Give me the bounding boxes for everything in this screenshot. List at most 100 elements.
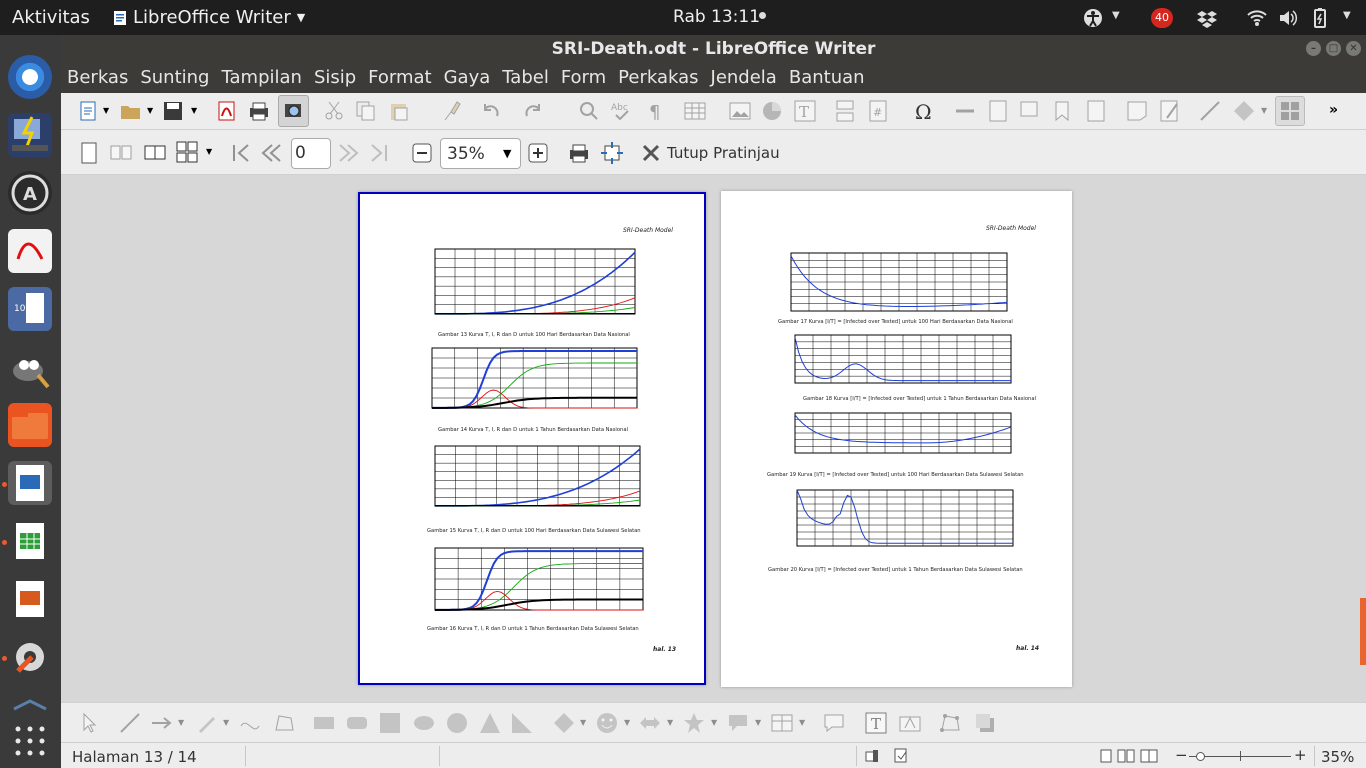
full-screen-icon[interactable] [601,142,623,164]
dropbox-icon[interactable] [1197,8,1217,28]
menu-bantuan[interactable]: Bantuan [789,63,865,93]
menu-jendela[interactable]: Jendela [711,63,777,93]
square-icon[interactable] [379,712,401,734]
text-box-icon[interactable]: T [865,712,887,734]
menu-format[interactable]: Format [368,63,431,93]
redo-icon[interactable] [523,100,545,122]
menu-gaya[interactable]: Gaya [444,63,491,93]
last-page-icon[interactable] [368,142,390,164]
app-grid-icon[interactable] [14,725,46,757]
menu-tampilan[interactable]: Tampilan [221,63,301,93]
menu-tabel[interactable]: Tabel [502,63,549,93]
zoom-slider-handle[interactable] [1196,752,1205,761]
curve-icon[interactable] [239,712,261,734]
minimize-icon[interactable]: – [1306,41,1321,56]
chevron-down-icon[interactable]: ▼ [799,718,805,727]
shadow-icon[interactable] [974,712,996,734]
bookmark-icon[interactable] [1051,100,1073,122]
document-modified-icon[interactable] [894,748,908,763]
impress-launcher-icon[interactable] [8,577,52,621]
page-14[interactable]: SRI-Death Model Gambar 17 Kurva [I/T] = … [721,191,1072,687]
ellipse-icon[interactable] [413,712,435,734]
insert-textbox-icon[interactable]: T [794,100,816,122]
chevron-down-icon[interactable]: ▼ [147,106,153,115]
next-page-icon[interactable] [338,142,360,164]
arrow-line-icon[interactable] [151,712,173,734]
chevron-down-icon[interactable]: ▼ [624,718,630,727]
selection-mode-icon[interactable] [865,749,879,763]
gimp-icon[interactable] [8,345,52,389]
select-pointer-icon[interactable] [79,712,101,734]
chevron-down-icon[interactable]: ▼ [755,718,761,727]
first-page-icon[interactable] [230,142,252,164]
calc-launcher-icon[interactable] [8,519,52,563]
single-page-preview-icon[interactable] [78,142,100,164]
settings-icon[interactable] [8,635,52,679]
new-document-icon[interactable] [78,100,100,122]
menu-form[interactable]: Form [561,63,606,93]
insert-image-icon[interactable] [729,100,751,122]
flowchart-icon[interactable] [771,712,793,734]
stars-icon[interactable] [683,712,705,734]
basic-shapes-icon[interactable] [553,712,575,734]
window-title-bar[interactable]: SRI-Death.odt - LibreOffice Writer – □ ✕ [61,35,1366,63]
app-menu[interactable]: LibreOffice Writer ▼ [113,7,305,28]
special-character-icon[interactable]: Ω [913,100,935,122]
volume-icon[interactable] [1278,8,1298,28]
cut-icon[interactable] [323,100,345,122]
fontwork-icon[interactable] [899,712,921,734]
block-arrows-icon[interactable] [639,712,661,734]
save-icon[interactable] [162,100,184,122]
spelling-icon[interactable]: Abc [611,100,633,122]
line-icon[interactable] [119,712,141,734]
print-preview-button[interactable] [278,95,309,127]
basic-shapes-icon[interactable] [1233,100,1255,122]
close-icon[interactable]: ✕ [1346,41,1361,56]
two-pages-preview-icon[interactable] [110,142,132,164]
track-changes-icon[interactable] [1159,100,1181,122]
page-count[interactable]: Halaman 13 / 14 [72,748,197,766]
document-preview-area[interactable]: SRI-Death Model Gambar 13 Kurva T, I, R … [61,175,1360,702]
accessibility-icon[interactable] [1083,8,1103,28]
chevron-down-icon[interactable]: ▼ [191,106,197,115]
right-triangle-icon[interactable] [511,712,533,734]
formatting-marks-icon[interactable]: ¶ [645,100,667,122]
insert-comment-icon[interactable] [823,712,845,734]
writer-launcher-icon[interactable] [8,461,52,505]
export-pdf-icon[interactable] [216,100,238,122]
close-preview-button[interactable]: Tutup Pratinjau [641,142,780,164]
file-icon[interactable]: 101 [8,287,52,331]
software-updater-icon[interactable]: A [8,171,52,215]
zoom-select[interactable]: 35% ▼ [440,138,521,169]
clone-formatting-icon[interactable] [441,100,463,122]
chevron-down-icon[interactable]: ▼ [178,718,184,727]
battery-icon[interactable] [1310,8,1330,28]
single-page-view-icon[interactable] [1100,749,1112,763]
find-replace-icon[interactable] [578,100,600,122]
insert-table-icon[interactable] [684,100,706,122]
chevron-down-icon[interactable]: ▼ [223,718,229,727]
footnote-icon[interactable] [987,100,1009,122]
paste-icon[interactable] [388,100,410,122]
zoom-in-icon[interactable]: + [1294,746,1307,764]
chevron-down-icon[interactable]: ▼ [711,718,717,727]
page-break-icon[interactable] [834,100,856,122]
print-icon[interactable] [568,142,590,164]
activities-button[interactable]: Aktivitas [12,7,90,28]
book-preview-icon[interactable] [144,142,166,164]
polygon-icon[interactable] [273,712,295,734]
chevron-down-icon[interactable]: ▼ [667,718,673,727]
menu-sunting[interactable]: Sunting [140,63,209,93]
rounded-rectangle-icon[interactable] [346,712,368,734]
print-icon[interactable] [248,100,270,122]
undo-icon[interactable] [479,100,501,122]
zoom-in-icon[interactable] [527,142,549,164]
circle-icon[interactable] [446,712,468,734]
menu-perkakas[interactable]: Perkakas [618,63,698,93]
copy-icon[interactable] [355,100,377,122]
insert-note-icon[interactable] [1126,100,1148,122]
hyperlink-icon[interactable] [954,100,976,122]
insert-chart-icon[interactable] [761,100,783,122]
menu-sisip[interactable]: Sisip [314,63,356,93]
cross-reference-icon[interactable] [1085,100,1107,122]
